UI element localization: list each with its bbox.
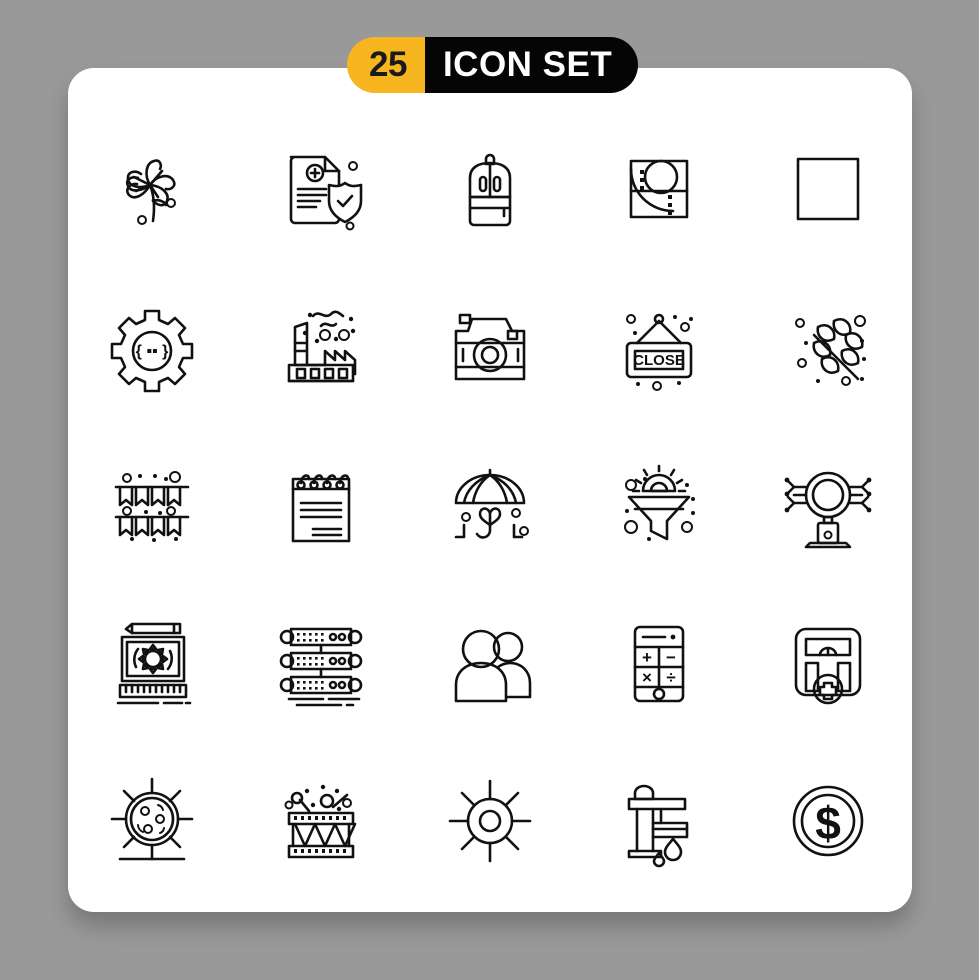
icon-grid: { ▪▪ } CLOSE + − × ÷ $ <box>68 110 912 900</box>
users-group-icon <box>454 629 532 703</box>
icon-cell-22[interactable] <box>237 742 406 900</box>
funnel-gear-icon <box>623 464 695 541</box>
icon-cell-5[interactable] <box>743 110 912 268</box>
icon-cell-25[interactable]: $ <box>743 742 912 900</box>
icon-cell-10[interactable] <box>743 268 912 426</box>
design-grid-icon <box>629 159 689 219</box>
close-sign-icon: CLOSE <box>625 313 693 391</box>
camera-icon <box>454 313 526 381</box>
calculator-key-plus: + <box>642 648 652 667</box>
virus-cell-icon <box>111 777 194 861</box>
icon-cell-18[interactable] <box>406 584 575 742</box>
icon-cell-19[interactable]: + − × ÷ <box>574 584 743 742</box>
weighing-scale-icon <box>794 627 861 705</box>
factory-icon <box>287 310 357 383</box>
icon-cell-20[interactable] <box>743 584 912 742</box>
icon-cell-2[interactable] <box>237 110 406 268</box>
water-tap-icon <box>627 784 689 868</box>
dollar-coin-icon: $ <box>792 785 863 857</box>
code-settings-gear-icon: { ▪▪ } <box>111 309 194 393</box>
icon-cell-3[interactable] <box>406 110 575 268</box>
bunting-flags-icon <box>115 471 190 542</box>
calculator-key-minus: − <box>666 648 676 667</box>
icon-cell-8[interactable] <box>406 268 575 426</box>
page-title: ICON SET <box>424 37 639 93</box>
icon-cell-21[interactable] <box>68 742 237 900</box>
server-rack-icon <box>279 627 363 707</box>
medical-document-shield-icon <box>289 155 363 231</box>
calculator-key-multiply: × <box>642 668 652 687</box>
svg-text:{ ▪▪ }: { ▪▪ } <box>136 343 169 360</box>
icon-cell-17[interactable] <box>237 584 406 742</box>
dollar-symbol: $ <box>815 797 841 849</box>
drum-icon <box>284 784 357 859</box>
clover-icon <box>126 159 177 225</box>
icon-cell-11[interactable] <box>68 426 237 584</box>
notepad-icon <box>291 474 351 543</box>
icon-cell-23[interactable] <box>406 742 575 900</box>
icon-cell-1[interactable] <box>68 110 237 268</box>
icon-cell-6[interactable]: { ▪▪ } <box>68 268 237 426</box>
icon-cell-24[interactable] <box>574 742 743 900</box>
header-badge: 25 ICON SET <box>347 37 639 93</box>
icon-cell-12[interactable] <box>237 426 406 584</box>
umbrella-heart-icon <box>454 468 529 539</box>
icon-cell-4[interactable] <box>574 110 743 268</box>
icon-cell-15[interactable] <box>743 426 912 584</box>
close-sign-text: CLOSE <box>633 352 685 369</box>
icon-cell-14[interactable] <box>574 426 743 584</box>
icon-cell-16[interactable] <box>68 584 237 742</box>
calculator-key-divide: ÷ <box>666 668 675 687</box>
icon-cell-13[interactable] <box>406 426 575 584</box>
icon-count: 25 <box>347 37 425 93</box>
leaves-branch-icon <box>794 315 866 386</box>
sun-icon <box>448 779 532 863</box>
calculator-icon: + − × ÷ <box>633 625 685 703</box>
ai-processor-icon <box>784 471 871 549</box>
icon-cell-7[interactable] <box>237 268 406 426</box>
icon-set-page: 25 ICON SET {▪▪} CLOSE + − × ÷ $ <box>0 0 979 980</box>
design-board-icon <box>117 622 192 705</box>
square-icon <box>796 157 859 221</box>
icon-cell-9[interactable]: CLOSE <box>574 268 743 426</box>
backpack-icon <box>468 153 512 227</box>
